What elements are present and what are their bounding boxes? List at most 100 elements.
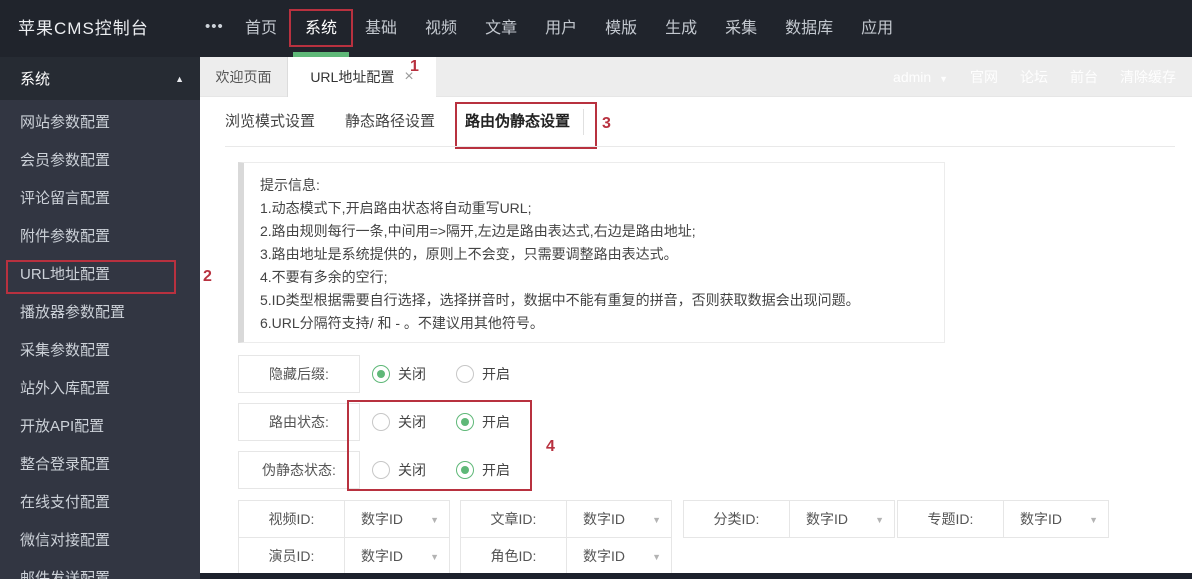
sidebar-group-system[interactable]: 系统 ▲ xyxy=(0,57,200,100)
radio-icon xyxy=(456,413,474,431)
ellipsis-icon[interactable]: ••• xyxy=(205,0,224,57)
radio-label: 关闭 xyxy=(398,414,426,430)
sidebar-item-wechat[interactable]: 微信对接配置 xyxy=(0,522,200,560)
sidebar-item-online-payment[interactable]: 在线支付配置 xyxy=(0,484,200,522)
radio-label: 关闭 xyxy=(398,462,426,478)
tips-line: 3.路由地址是系统提供的，原则上不会变，只需要调整路由表达式。 xyxy=(260,246,678,262)
id-field-role: 角色ID: 数字ID ▼ xyxy=(460,537,672,575)
radio-icon xyxy=(456,365,474,383)
username: admin xyxy=(893,69,932,85)
annotation-digit-4: 4 xyxy=(546,438,555,455)
nav-item-collect[interactable]: 采集 xyxy=(725,0,757,57)
select-value: 数字ID xyxy=(806,511,848,527)
sidebar-item-url-config-label: URL地址配置 xyxy=(20,266,111,283)
field-label-rewrite-status: 伪静态状态: xyxy=(238,451,360,489)
subtab-browse-mode[interactable]: 浏览模式设置 xyxy=(225,97,315,147)
nav-item-video[interactable]: 视频 xyxy=(425,0,457,57)
nav-item-user[interactable]: 用户 xyxy=(545,0,577,57)
cut-off-panel-edge xyxy=(200,573,1192,579)
chevron-down-icon: ▼ xyxy=(875,515,884,525)
radio-rewrite-off[interactable]: 关闭 xyxy=(372,460,426,480)
nav-item-home[interactable]: 首页 xyxy=(245,0,277,57)
radio-route-on[interactable]: 开启 xyxy=(456,412,510,432)
tab-url-config-label: URL地址配置 xyxy=(310,69,395,85)
sidebar-item-site-params[interactable]: 网站参数配置 xyxy=(0,104,200,142)
user-menu: admin ▼ 官网 论坛 前台 清除缓存 xyxy=(893,57,1176,97)
radio-icon xyxy=(456,461,474,479)
sidebar-item-attachment-config[interactable]: 附件参数配置 xyxy=(0,218,200,256)
nav-item-database[interactable]: 数据库 xyxy=(785,0,833,57)
subtab-static-path[interactable]: 静态路径设置 xyxy=(345,97,435,147)
tab-welcome[interactable]: 欢迎页面 xyxy=(200,57,288,97)
sidebar-item-integrated-login[interactable]: 整合登录配置 xyxy=(0,446,200,484)
tips-line: 1.动态模式下,开启路由状态将自动重写URL; xyxy=(260,200,532,216)
tab-bar: 欢迎页面 URL地址配置 × admin ▼ 官网 论坛 前台 清除缓存 xyxy=(200,57,1192,97)
tips-line: 6.URL分隔符支持/ 和 - 。不建议用其他符号。 xyxy=(260,315,544,331)
top-navbar: 苹果CMS控制台 ••• 首页 系统 基础 视频 文章 用户 模版 生成 采集 … xyxy=(0,0,1192,57)
chevron-down-icon: ▼ xyxy=(430,515,439,525)
radio-route-off[interactable]: 关闭 xyxy=(372,412,426,432)
tips-panel: 提示信息: 1.动态模式下,开启路由状态将自动重写URL; 2.路由规则每行一条… xyxy=(238,162,945,343)
app-window: 苹果CMS控制台 ••• 首页 系统 基础 视频 文章 用户 模版 生成 采集 … xyxy=(0,0,1192,579)
nav-item-generate[interactable]: 生成 xyxy=(665,0,697,57)
radio-icon xyxy=(372,461,390,479)
sidebar-menu: 网站参数配置 会员参数配置 评论留言配置 附件参数配置 URL地址配置 播放器参… xyxy=(0,100,200,579)
id-field-article: 文章ID: 数字ID ▼ xyxy=(460,500,672,538)
id-field-category: 分类ID: 数字ID ▼ xyxy=(683,500,895,538)
collapse-arrow-icon: ▲ xyxy=(175,73,184,84)
subtab-route-rewrite-label: 路由伪静态设置 xyxy=(465,113,571,130)
radio-label: 开启 xyxy=(482,366,510,382)
divider xyxy=(225,146,1175,147)
nav-item-basic[interactable]: 基础 xyxy=(365,0,397,57)
select-role-id[interactable]: 数字ID ▼ xyxy=(567,537,672,575)
sidebar-item-external-storage[interactable]: 站外入库配置 xyxy=(0,370,200,408)
select-value: 数字ID xyxy=(583,548,625,564)
tips-line: 2.路由规则每行一条,中间用=>隔开,左边是路由表达式,右边是路由地址; xyxy=(260,223,696,239)
radio-rewrite-on[interactable]: 开启 xyxy=(456,460,510,480)
field-label-actor-id: 演员ID: xyxy=(238,537,345,575)
radio-hide-suffix-off[interactable]: 关闭 xyxy=(372,364,426,384)
sidebar-item-open-api[interactable]: 开放API配置 xyxy=(0,408,200,446)
link-frontend[interactable]: 前台 xyxy=(1070,67,1098,87)
select-article-id[interactable]: 数字ID ▼ xyxy=(567,500,672,538)
select-actor-id[interactable]: 数字ID ▼ xyxy=(345,537,450,575)
sidebar-group-label: 系统 xyxy=(20,71,51,88)
tips-line: 5.ID类型根据需要自行选择，选择拼音时，数据中不能有重复的拼音，否则获取数据会… xyxy=(260,292,860,308)
select-topic-id[interactable]: 数字ID ▼ xyxy=(1004,500,1109,538)
field-label-topic-id: 专题ID: xyxy=(897,500,1004,538)
radio-hide-suffix-on[interactable]: 开启 xyxy=(456,364,510,384)
id-field-topic: 专题ID: 数字ID ▼ xyxy=(897,500,1109,538)
radio-icon xyxy=(372,413,390,431)
sidebar-item-comment-config[interactable]: 评论留言配置 xyxy=(0,180,200,218)
sidebar-item-player-params[interactable]: 播放器参数配置 xyxy=(0,294,200,332)
app-title: 苹果CMS控制台 xyxy=(18,19,149,38)
radio-group-route-status: 关闭 开启 xyxy=(372,403,510,441)
radio-label: 关闭 xyxy=(398,366,426,382)
sidebar-item-email[interactable]: 邮件发送配置 xyxy=(0,560,200,579)
select-category-id[interactable]: 数字ID ▼ xyxy=(790,500,895,538)
chevron-down-icon: ▼ xyxy=(652,552,661,562)
link-clear-cache[interactable]: 清除缓存 xyxy=(1120,67,1176,87)
select-value: 数字ID xyxy=(361,511,403,527)
nav-item-system[interactable]: 系统 xyxy=(289,0,354,57)
field-label-hide-suffix: 隐藏后缀: xyxy=(238,355,360,393)
chevron-down-icon: ▼ xyxy=(430,552,439,562)
nav-item-system-label: 系统 xyxy=(305,20,338,37)
nav-item-article[interactable]: 文章 xyxy=(485,0,517,57)
nav-item-template[interactable]: 模版 xyxy=(605,0,637,57)
link-forum[interactable]: 论坛 xyxy=(1020,67,1048,87)
user-dropdown[interactable]: admin ▼ xyxy=(893,69,948,85)
sidebar-item-collect-params[interactable]: 采集参数配置 xyxy=(0,332,200,370)
chevron-down-icon: ▼ xyxy=(1089,515,1098,525)
select-value: 数字ID xyxy=(1020,511,1062,527)
select-video-id[interactable]: 数字ID ▼ xyxy=(345,500,450,538)
sidebar-item-member-params[interactable]: 会员参数配置 xyxy=(0,142,200,180)
sidebar-item-url-config[interactable]: URL地址配置 xyxy=(0,256,200,294)
annotation-digit-3: 3 xyxy=(602,115,611,132)
nav-item-apps[interactable]: 应用 xyxy=(861,0,893,57)
link-official-site[interactable]: 官网 xyxy=(970,67,998,87)
field-label-route-status: 路由状态: xyxy=(238,403,360,441)
subtab-route-rewrite[interactable]: 路由伪静态设置 xyxy=(455,97,598,149)
radio-icon xyxy=(372,365,390,383)
main-nav: 首页 系统 基础 视频 文章 用户 模版 生成 采集 数据库 应用 xyxy=(245,0,893,57)
